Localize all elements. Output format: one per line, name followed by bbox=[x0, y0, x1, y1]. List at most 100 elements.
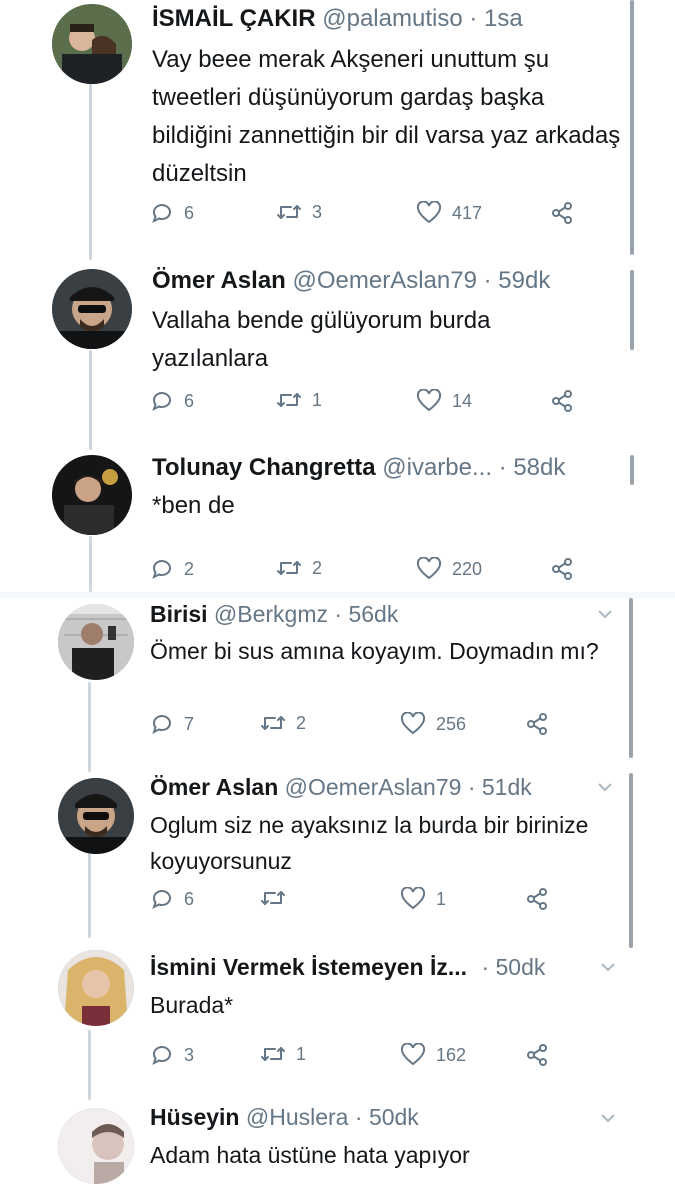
like-button[interactable]: 1 bbox=[400, 887, 446, 911]
user-handle[interactable]: @Berkgmz bbox=[214, 601, 328, 627]
reply-icon bbox=[152, 715, 171, 734]
reply-button[interactable]: 6 bbox=[150, 201, 194, 225]
like-button[interactable]: 220 bbox=[416, 557, 482, 581]
heart-icon bbox=[416, 557, 442, 580]
tweet[interactable]: İSMAİL ÇAKIR @palamutiso · 1sa Vay beee … bbox=[0, 0, 675, 250]
display-name[interactable]: Ömer Aslan bbox=[152, 267, 286, 294]
share-button[interactable] bbox=[550, 201, 574, 225]
retweet-count: 3 bbox=[312, 201, 323, 222]
reply-button[interactable]: 2 bbox=[150, 557, 194, 581]
heart-icon bbox=[416, 389, 442, 412]
retweet-button[interactable] bbox=[260, 887, 296, 909]
reply-button[interactable]: 6 bbox=[150, 389, 194, 413]
avatar[interactable] bbox=[52, 4, 132, 84]
heart-icon bbox=[400, 1043, 426, 1066]
chevron-down-icon[interactable] bbox=[600, 961, 616, 973]
tweet-text: Adam hata üstüne hata yapıyor bbox=[150, 1142, 470, 1168]
tweet-text: Burada* bbox=[150, 992, 234, 1018]
user-handle[interactable]: @Huslera bbox=[246, 1104, 349, 1130]
display-name[interactable]: Birisi bbox=[150, 601, 208, 627]
reply-count: 6 bbox=[184, 390, 195, 411]
avatar[interactable] bbox=[58, 778, 134, 854]
thread-panel-bottom: Birisi @Berkgmz · 56dk Ömer bi sus amına… bbox=[0, 598, 675, 1200]
thread-panel-top: İSMAİL ÇAKIR @palamutiso · 1sa Vay beee … bbox=[0, 0, 675, 592]
retweet-count: 1 bbox=[312, 389, 323, 410]
chevron-down-icon[interactable] bbox=[600, 1112, 616, 1124]
display-name[interactable]: Hüseyin bbox=[150, 1104, 239, 1130]
avatar[interactable] bbox=[58, 1108, 134, 1184]
user-handle[interactable]: @ivarbe... bbox=[382, 454, 492, 481]
reply-icon bbox=[152, 204, 171, 223]
like-button[interactable]: 14 bbox=[416, 389, 472, 413]
chevron-down-icon[interactable] bbox=[597, 781, 613, 793]
share-button[interactable] bbox=[550, 557, 574, 581]
tweet[interactable]: İsmini Vermek İstemeyen İz... · 50dk Bur… bbox=[0, 944, 675, 1104]
retweet-icon bbox=[261, 716, 285, 730]
retweet-button[interactable]: 1 bbox=[276, 389, 322, 411]
reply-button[interactable]: 3 bbox=[150, 1043, 194, 1067]
retweet-button[interactable]: 1 bbox=[260, 1043, 306, 1065]
tweet-text: Ömer bi sus amına koyayım. Doymadın mı? bbox=[150, 638, 599, 664]
like-count: 417 bbox=[452, 202, 483, 223]
like-count: 14 bbox=[452, 390, 473, 411]
retweet-count: 2 bbox=[296, 712, 307, 733]
avatar[interactable] bbox=[52, 269, 132, 349]
reply-icon bbox=[152, 392, 171, 411]
retweet-button[interactable]: 2 bbox=[260, 712, 306, 734]
reply-count: 3 bbox=[184, 1044, 195, 1065]
separator-dot: · bbox=[483, 267, 492, 294]
tweet-text: *ben de bbox=[152, 492, 235, 519]
share-button[interactable] bbox=[525, 1043, 549, 1067]
timestamp[interactable]: 51dk bbox=[482, 774, 532, 800]
share-icon bbox=[552, 390, 572, 412]
separator-dot: · bbox=[467, 774, 476, 800]
display-name[interactable]: Tolunay Changretta bbox=[152, 454, 376, 481]
share-icon bbox=[527, 1044, 547, 1066]
retweet-button[interactable]: 3 bbox=[276, 201, 322, 223]
share-icon bbox=[552, 202, 572, 224]
tweet[interactable]: Ömer Aslan @OemerAslan79 · 59dk Vallaha … bbox=[0, 255, 675, 435]
avatar[interactable] bbox=[58, 604, 134, 680]
avatar[interactable] bbox=[52, 455, 132, 535]
tweet[interactable]: Hüseyin @Huslera · 50dk Adam hata üstüne… bbox=[0, 1104, 675, 1200]
timestamp[interactable]: 1sa bbox=[484, 5, 523, 32]
tweet-text: Vay beee merak Akşeneri unuttum şu tweet… bbox=[152, 46, 621, 187]
tweet-actions: 6 1 bbox=[150, 887, 570, 917]
display-name[interactable]: İsmini Vermek İstemeyen İz... bbox=[150, 954, 467, 980]
user-handle[interactable]: @palamutiso bbox=[322, 5, 462, 32]
chevron-down-icon[interactable] bbox=[597, 608, 613, 620]
heart-icon bbox=[400, 887, 426, 910]
user-handle[interactable]: @OemerAslan79 bbox=[293, 267, 477, 294]
avatar[interactable] bbox=[58, 950, 134, 1026]
timestamp[interactable]: 56dk bbox=[348, 601, 398, 627]
like-button[interactable]: 417 bbox=[416, 201, 482, 225]
retweet-button[interactable]: 2 bbox=[276, 557, 322, 579]
reply-button[interactable]: 7 bbox=[150, 712, 194, 736]
separator-dot: · bbox=[354, 1104, 363, 1130]
share-button[interactable] bbox=[525, 712, 549, 736]
reply-count: 2 bbox=[184, 558, 195, 579]
reply-button[interactable]: 6 bbox=[150, 887, 194, 911]
like-button[interactable]: 162 bbox=[400, 1043, 466, 1067]
timestamp[interactable]: 50dk bbox=[496, 954, 546, 980]
like-count: 1 bbox=[436, 888, 447, 909]
retweet-icon bbox=[261, 1047, 285, 1061]
display-name[interactable]: İSMAİL ÇAKIR bbox=[152, 5, 316, 32]
user-handle[interactable]: @OemerAslan79 bbox=[285, 774, 462, 800]
share-icon bbox=[552, 558, 572, 580]
like-count: 220 bbox=[452, 558, 483, 579]
share-button[interactable] bbox=[550, 389, 574, 413]
share-button[interactable] bbox=[525, 887, 549, 911]
tweet[interactable]: Ömer Aslan @OemerAslan79 · 51dk Oglum si… bbox=[0, 770, 675, 940]
tweet[interactable]: Birisi @Berkgmz · 56dk Ömer bi sus amına… bbox=[0, 598, 675, 768]
timestamp[interactable]: 58dk bbox=[513, 454, 565, 481]
like-button[interactable]: 256 bbox=[400, 712, 466, 736]
reply-count: 7 bbox=[184, 713, 195, 734]
tweet-actions: 2 2 220 bbox=[150, 557, 590, 587]
timestamp[interactable]: 59dk bbox=[498, 267, 550, 294]
display-name[interactable]: Ömer Aslan bbox=[150, 774, 278, 800]
heart-icon bbox=[400, 712, 426, 735]
heart-icon bbox=[416, 201, 442, 224]
timestamp[interactable]: 50dk bbox=[369, 1104, 419, 1130]
tweet[interactable]: Tolunay Changretta @ivarbe... · 58dk *be… bbox=[0, 443, 675, 591]
